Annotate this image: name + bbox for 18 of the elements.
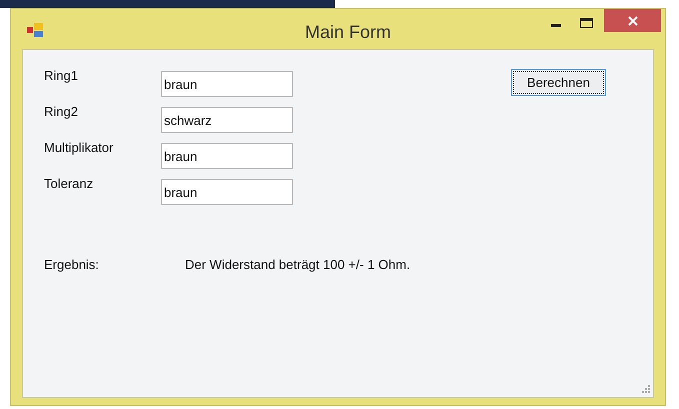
result-label: Ergebnis:: [43, 256, 100, 274]
app-icon: [27, 23, 45, 37]
field-label: Ring1: [43, 67, 79, 85]
close-icon: [628, 16, 638, 26]
field-label: Toleranz: [43, 175, 94, 193]
text-field[interactable]: braun: [161, 179, 293, 205]
close-button[interactable]: [604, 9, 661, 32]
text-field[interactable]: braun: [161, 143, 293, 169]
field-label: Ring2: [43, 103, 79, 121]
maximize-icon: [580, 18, 592, 28]
minimize-icon: [551, 24, 561, 26]
window-title: Main Form: [304, 21, 392, 44]
result-text: Der Widerstand beträgt 100 +/- 1 Ohm.: [185, 256, 410, 274]
calculate-button[interactable]: Berechnen: [511, 69, 606, 96]
text-field[interactable]: braun: [161, 71, 293, 97]
text-field[interactable]: schwarz: [161, 107, 293, 133]
field-label: Multiplikator: [43, 139, 114, 157]
resize-grip-icon: [641, 385, 651, 395]
